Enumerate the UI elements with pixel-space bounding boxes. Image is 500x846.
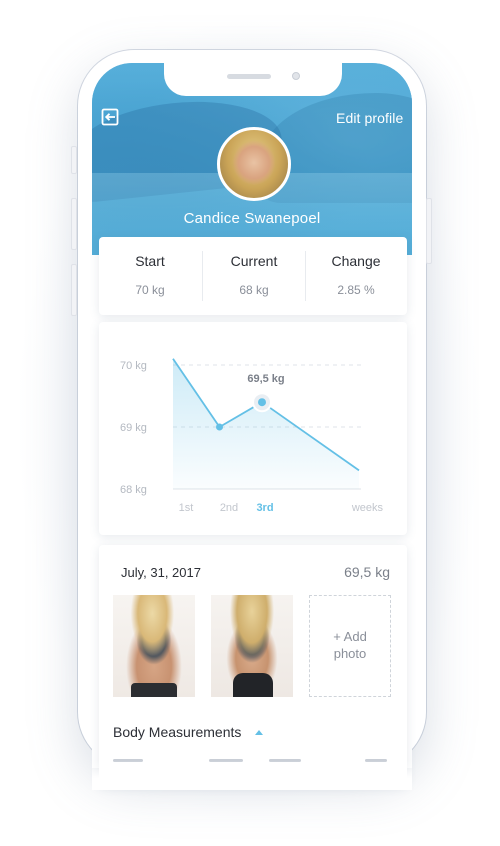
stat-start: Start 70 kg (99, 237, 201, 315)
add-photo-button[interactable]: + Add photo (309, 595, 391, 697)
add-photo-label: + Add (333, 629, 367, 644)
x-tick-label: 2nd (220, 502, 238, 514)
stat-value: 68 kg (239, 283, 269, 297)
edit-profile-link[interactable]: Edit profile (336, 110, 403, 126)
phone-power-button (426, 198, 432, 264)
phone-volume-up (71, 198, 77, 250)
progress-entry-card: July, 31, 2017 69,5 kg + Add photo Body … (99, 545, 407, 785)
logout-icon[interactable] (101, 108, 119, 126)
x-tick-label: 3rd (256, 502, 273, 514)
progress-photo[interactable] (113, 595, 195, 697)
phone-silent-switch (71, 146, 77, 174)
weight-line-chart: 70 kg 69 kg 68 kg 69,5 kg 1st 2nd 3rd weeks (120, 358, 384, 514)
weight-chart-card: 70 kg 69 kg 68 kg 69,5 kg 1st 2nd 3rd weeks (99, 322, 407, 535)
stat-label: Change (331, 253, 381, 269)
stat-value: 2.85 % (337, 283, 375, 297)
stat-current: Current 68 kg (203, 237, 305, 315)
data-point (216, 423, 223, 431)
weight-stats-card: Start 70 kg Current 68 kg Change 2.85 % (99, 237, 407, 315)
stat-change: Change 2.85 % (305, 237, 407, 315)
stat-value: 70 kg (135, 283, 165, 297)
body-measurements-toggle[interactable]: Body Measurements (113, 724, 241, 740)
phone-volume-down (71, 264, 77, 316)
photo-detail (233, 673, 273, 697)
stat-label: Start (135, 253, 165, 269)
selected-data-point (258, 398, 266, 407)
add-photo-label: photo (333, 646, 367, 661)
phone-notch (164, 63, 342, 96)
screen-bottom-fade (92, 760, 412, 790)
user-name: Candice Swanepoel (183, 210, 321, 227)
y-tick-label: 68 kg (120, 484, 147, 496)
entry-weight: 69,5 kg (344, 564, 390, 580)
x-axis-end-label: weeks (351, 502, 384, 514)
avatar[interactable] (217, 127, 291, 201)
photo-detail (131, 683, 177, 697)
y-tick-label: 70 kg (120, 360, 147, 372)
stat-label: Current (230, 253, 278, 269)
entry-date: July, 31, 2017 (121, 565, 201, 580)
phone-camera (292, 72, 300, 80)
y-tick-label: 69 kg (120, 422, 147, 434)
caret-up-icon[interactable] (255, 730, 263, 735)
x-tick-label: 1st (179, 502, 194, 514)
phone-speaker (227, 74, 271, 79)
progress-photo[interactable] (211, 595, 293, 697)
selected-point-label: 69,5 kg (247, 373, 284, 385)
